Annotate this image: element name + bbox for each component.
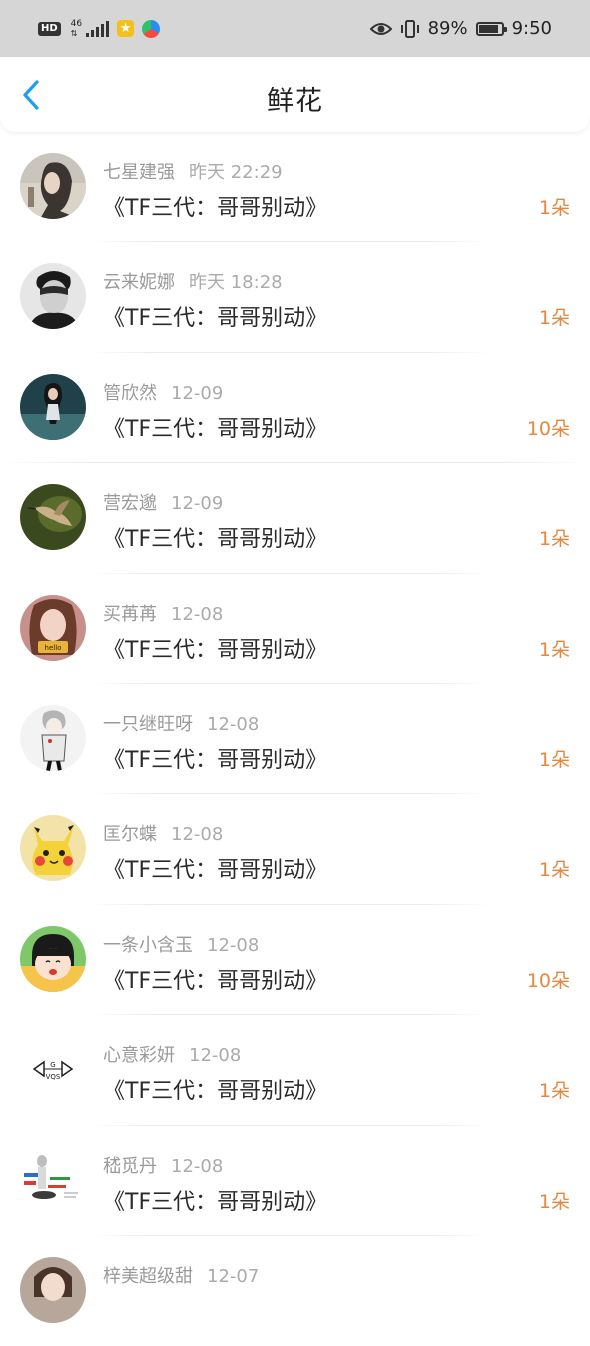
avatar — [20, 153, 86, 219]
record-meta: 心意彩妍 12-08 — [103, 1041, 241, 1067]
list-item[interactable]: 营宏邈 12-09 《TF三代：哥哥别动》 1朵 — [0, 463, 590, 574]
page-header: 鲜花 — [0, 57, 590, 132]
network-label: 46 — [70, 18, 83, 29]
flower-count: 1朵 — [538, 307, 570, 330]
record-time: 12-07 — [207, 1265, 260, 1287]
book-title[interactable]: 《TF三代：哥哥别动》 — [103, 1073, 327, 1105]
record-time: 昨天 18:28 — [189, 272, 283, 294]
record-time: 12-08 — [171, 603, 224, 625]
record-meta: 买苒苒 12-08 — [103, 600, 223, 626]
network-arrows-icon: ⇅ — [70, 28, 78, 38]
status-bar-right: 89% 9:50 — [369, 18, 552, 39]
avatar — [20, 484, 86, 551]
avatar — [20, 815, 86, 882]
record-time: 12-08 — [171, 1155, 224, 1177]
signal-icon — [86, 20, 110, 37]
network-type: 46 ⇅ — [70, 18, 83, 38]
clock: 9:50 — [511, 18, 552, 39]
eye-icon — [369, 22, 392, 35]
battery-percent: 89% — [427, 18, 468, 39]
avatar — [20, 1146, 86, 1213]
avatar-logo-text: VQS — [46, 1073, 61, 1081]
record-meta: 嵇觅丹 12-08 — [103, 1152, 223, 1178]
avatar — [20, 1256, 86, 1323]
flower-count: 1朵 — [538, 197, 570, 219]
record-meta: 一只继旺呀 12-08 — [103, 710, 259, 736]
avatar — [20, 263, 86, 330]
book-title[interactable]: 《TF三代：哥哥别动》 — [103, 1184, 327, 1216]
avatar-sticker-text: hello — [45, 644, 62, 652]
record-meta: 七星建强 昨天 22:29 — [103, 158, 283, 184]
flower-count: 1朵 — [538, 638, 570, 661]
list-item[interactable]: 七星建强 昨天 22:29 《TF三代：哥哥别动》 1朵 — [0, 132, 590, 243]
hd-badge: HD — [38, 21, 61, 36]
avatar-logo-letter: G — [50, 1061, 55, 1069]
browser-app-icon — [142, 19, 161, 38]
record-meta: 梓美超级甜 12-07 — [103, 1262, 259, 1288]
flower-count: 1朵 — [538, 748, 570, 771]
flower-count: 10朵 — [526, 969, 570, 992]
record-meta: 云来妮娜 昨天 18:28 — [103, 268, 283, 294]
username[interactable]: 七星建强 — [103, 162, 175, 183]
avatar — [20, 373, 86, 440]
record-time: 12-08 — [171, 824, 224, 846]
list-item[interactable]: 云来妮娜 昨天 18:28 《TF三代：哥哥别动》 1朵 — [0, 242, 590, 353]
list-item[interactable]: 梓美超级甜 12-07 — [0, 1236, 590, 1346]
book-title[interactable]: 《TF三代：哥哥别动》 — [103, 852, 327, 884]
battery-icon — [475, 21, 507, 36]
status-bar: HD 46 ⇅ ★ 89% 9:50 — [0, 0, 590, 57]
list-item[interactable]: 嵇觅丹 12-08 《TF三代：哥哥别动》 1朵 — [0, 1126, 590, 1236]
book-title[interactable]: 《TF三代：哥哥别动》 — [103, 742, 327, 774]
username[interactable]: 嵇觅丹 — [103, 1156, 157, 1177]
username[interactable]: 匡尔蝶 — [103, 824, 157, 845]
record-meta: 匡尔蝶 12-08 — [103, 820, 223, 846]
flower-count: 1朵 — [538, 528, 570, 551]
list-item[interactable]: 管欣然 12-09 《TF三代：哥哥别动》 10朵 — [0, 353, 590, 464]
record-time: 12-08 — [207, 934, 260, 956]
flower-count: 10朵 — [526, 417, 570, 440]
avatar — [20, 925, 86, 992]
flower-count: 1朵 — [538, 1190, 570, 1213]
username[interactable]: 梓美超级甜 — [103, 1266, 193, 1287]
record-time: 昨天 22:29 — [189, 162, 283, 183]
flower-count: 1朵 — [538, 1080, 570, 1103]
page-title: 鲜花 — [267, 86, 323, 117]
record-time: 12-08 — [189, 1045, 242, 1067]
book-title[interactable]: 《TF三代：哥哥别动》 — [103, 190, 327, 222]
record-meta: 一条小含玉 12-08 — [103, 931, 259, 957]
avatar — [20, 704, 86, 771]
list-item[interactable]: 一条小含玉 12-08 《TF三代：哥哥别动》 10朵 — [0, 905, 590, 1016]
username[interactable]: 一条小含玉 — [103, 935, 193, 956]
username[interactable]: 买苒苒 — [103, 604, 157, 625]
list-item[interactable]: 匡尔蝶 12-08 《TF三代：哥哥别动》 1朵 — [0, 794, 590, 905]
book-title[interactable]: 《TF三代：哥哥别动》 — [103, 963, 327, 995]
record-time: 12-08 — [207, 713, 260, 735]
username[interactable]: 营宏邈 — [103, 493, 157, 514]
username[interactable]: 心意彩妍 — [103, 1045, 175, 1066]
flower-record-list: 七星建强 昨天 22:29 《TF三代：哥哥别动》 1朵 云来妮娜 昨天 18:28… — [0, 132, 590, 1346]
record-meta: 营宏邈 12-09 — [103, 489, 223, 515]
record-time: 12-09 — [171, 493, 224, 515]
avatar: hello — [20, 594, 86, 661]
list-item[interactable]: 一只继旺呀 12-08 《TF三代：哥哥别动》 1朵 — [0, 684, 590, 795]
username[interactable]: 管欣然 — [103, 383, 157, 404]
record-time: 12-09 — [171, 382, 224, 404]
book-title[interactable]: 《TF三代：哥哥别动》 — [103, 300, 327, 332]
list-item[interactable]: hello 买苒苒 12-08 《TF三代：哥哥别动》 1朵 — [0, 574, 590, 684]
username[interactable]: 云来妮娜 — [103, 272, 175, 293]
list-item[interactable]: G VQS 心意彩妍 12-08 《TF三代：哥哥别动》 1朵 — [0, 1015, 590, 1126]
avatar: G VQS — [20, 1036, 86, 1103]
record-meta: 管欣然 12-09 — [103, 379, 223, 405]
book-title[interactable]: 《TF三代：哥哥别动》 — [103, 411, 327, 443]
vibrate-icon — [400, 19, 419, 38]
star-app-icon: ★ — [117, 20, 135, 37]
book-title[interactable]: 《TF三代：哥哥别动》 — [103, 632, 327, 664]
username[interactable]: 一只继旺呀 — [103, 714, 193, 735]
flower-count: 1朵 — [538, 859, 570, 882]
book-title[interactable]: 《TF三代：哥哥别动》 — [103, 521, 327, 553]
status-bar-left: HD 46 ⇅ ★ — [38, 18, 161, 38]
